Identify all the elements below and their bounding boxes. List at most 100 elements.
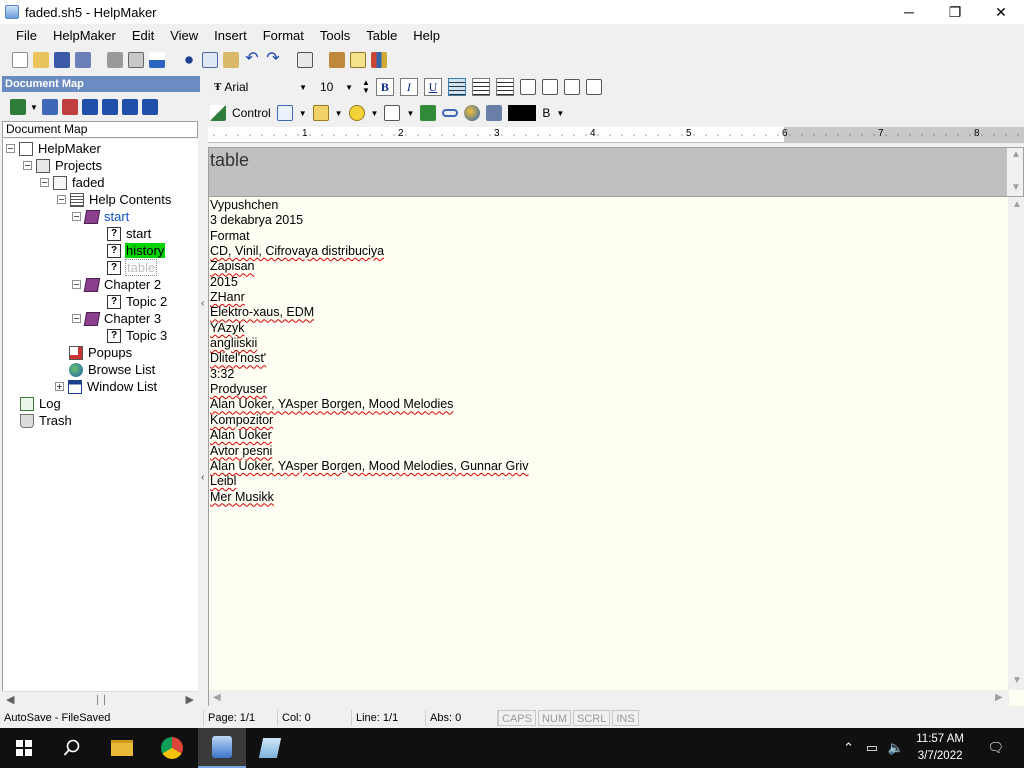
align-left-icon[interactable] (447, 78, 466, 96)
move-left-icon[interactable] (81, 99, 98, 115)
copy-icon[interactable] (202, 52, 218, 68)
image-icon[interactable] (486, 105, 503, 121)
bold-button[interactable]: B (375, 78, 394, 96)
text-color-label[interactable]: B (542, 106, 550, 120)
dropdown-arrow-icon[interactable]: ▼ (30, 103, 38, 112)
print-preview-icon[interactable] (128, 52, 144, 68)
text-color-swatch[interactable] (508, 105, 537, 121)
dropdown-arrow-icon[interactable]: ▼ (335, 109, 343, 118)
tree-node-trash[interactable]: Trash (20, 412, 73, 429)
editor-vertical-scrollbar[interactable]: ▲ ▼ (1008, 197, 1024, 690)
editor-horizontal-scrollbar[interactable]: ◀ ▶ (209, 690, 1009, 706)
menu-helpmaker[interactable]: HelpMaker (45, 28, 124, 43)
tree-node-browse-list[interactable]: Browse List (69, 361, 156, 378)
align-center-icon[interactable] (471, 78, 490, 96)
add-topic-icon[interactable] (10, 99, 26, 115)
print-icon[interactable] (107, 52, 123, 68)
collapse-icon[interactable]: − (72, 280, 81, 289)
collapse-icon[interactable]: − (72, 314, 81, 323)
tree-node-faded[interactable]: − faded (40, 174, 106, 191)
scroll-up-icon[interactable]: ▲ (1011, 149, 1021, 160)
tree-node-projects[interactable]: − Projects (23, 157, 103, 174)
tree-node-history-topic[interactable]: ? history (107, 242, 166, 259)
indent-icon[interactable] (563, 79, 580, 95)
save-icon[interactable] (54, 52, 70, 68)
tree-node-start-book[interactable]: − start (72, 208, 130, 225)
menu-view[interactable]: View (162, 28, 206, 43)
menu-table[interactable]: Table (358, 28, 405, 43)
minimize-button[interactable]: ─ (886, 0, 932, 24)
taskbar-helpmaker[interactable] (198, 728, 246, 768)
move-up-icon[interactable] (101, 99, 118, 115)
taskbar-notepad[interactable] (246, 728, 294, 768)
new-file-icon[interactable] (12, 52, 28, 68)
collapse-left-icon[interactable]: ‹ (201, 298, 204, 309)
taskbar-clock[interactable]: 11:57 AM 3/7/2022 (916, 731, 964, 765)
title-vertical-scrollbar[interactable]: ▲ ▼ (1007, 148, 1023, 196)
collapse-icon[interactable]: − (40, 178, 49, 187)
collapse-icon[interactable]: − (57, 195, 66, 204)
tree-node-topic-3[interactable]: ? Topic 3 (107, 327, 168, 344)
start-button[interactable] (0, 728, 48, 768)
size-spinner-icon[interactable]: ▲ ▼ (362, 79, 370, 95)
search-button[interactable] (48, 728, 96, 768)
align-right-icon[interactable] (495, 78, 514, 96)
redo-icon[interactable]: ↷ (265, 51, 281, 68)
tree-node-chapter-2[interactable]: − Chapter 2 (72, 276, 162, 293)
tree-node-help-contents[interactable]: − Help Contents (57, 191, 172, 208)
tree-node-topic-2[interactable]: ? Topic 2 (107, 293, 168, 310)
taskbar-chrome[interactable] (148, 728, 196, 768)
menu-tools[interactable]: Tools (312, 28, 358, 43)
control-icon[interactable] (210, 105, 226, 121)
numbered-list-icon[interactable] (541, 79, 558, 95)
topic-editor[interactable]: Vypushchen 3 dekabrya 2015 Format CD, Vi… (208, 197, 1024, 706)
scroll-right-icon[interactable]: ▶ (995, 692, 1003, 703)
tree-node-log[interactable]: Log (20, 395, 62, 412)
ruler[interactable]: 1 2 3 4 5 6 7 8 (208, 127, 1024, 143)
tree-horizontal-scrollbar[interactable]: ◀ ▶ (2, 691, 198, 707)
notifications-icon[interactable]: 🗨 (987, 740, 1004, 756)
italic-button[interactable]: I (399, 78, 418, 96)
scroll-right-icon[interactable]: ▶ (186, 693, 194, 706)
globe-icon[interactable] (464, 105, 481, 121)
edit-image-icon[interactable] (276, 105, 293, 121)
topic-list-icon[interactable] (61, 99, 78, 115)
move-down-icon[interactable] (121, 99, 138, 115)
smiley-icon[interactable] (348, 105, 365, 121)
link-icon[interactable] (442, 109, 459, 117)
underline-button[interactable]: U (423, 78, 442, 96)
network-icon[interactable]: ▭ (866, 740, 878, 756)
help-topic-icon[interactable] (350, 52, 366, 68)
maximize-button[interactable]: ❐ (932, 0, 978, 24)
show-hidden-icons-icon[interactable]: ⌃ (843, 740, 854, 756)
note-icon[interactable] (312, 105, 329, 121)
dropdown-arrow-icon[interactable]: ▼ (371, 109, 379, 118)
scroll-down-icon[interactable]: ▼ (1012, 675, 1022, 686)
control-button-label[interactable]: Control (232, 106, 271, 120)
menu-format[interactable]: Format (255, 28, 312, 43)
edit-topic-icon[interactable] (41, 99, 58, 115)
move-right-icon[interactable] (141, 99, 158, 115)
save-all-icon[interactable] (75, 52, 91, 68)
collapse-icon[interactable]: − (72, 212, 81, 221)
scroll-left-icon[interactable]: ◀ (213, 692, 221, 703)
close-button[interactable]: ✕ (978, 0, 1024, 24)
tree-node-chapter-3[interactable]: − Chapter 3 (72, 310, 162, 327)
tree-node-popups[interactable]: Popups (69, 344, 133, 361)
taskbar-file-explorer[interactable] (98, 728, 146, 768)
undo-icon[interactable]: ↶ (244, 51, 260, 68)
scroll-thumb[interactable] (97, 695, 105, 705)
tree-node-start-topic[interactable]: ? start (107, 225, 152, 242)
collapse-icon[interactable]: − (23, 161, 32, 170)
text-box-icon[interactable] (384, 105, 401, 121)
topic-properties-icon[interactable] (297, 52, 313, 68)
bullet-list-icon[interactable] (519, 79, 536, 95)
menu-edit[interactable]: Edit (124, 28, 162, 43)
spellcheck-icon[interactable] (149, 52, 165, 68)
expand-icon[interactable]: + (55, 382, 64, 391)
paste-icon[interactable] (223, 52, 239, 68)
volume-icon[interactable]: 🔈 (888, 740, 904, 756)
font-size-select[interactable]: 10 ▼ (316, 78, 356, 96)
menu-insert[interactable]: Insert (206, 28, 255, 43)
tree-node-table-topic[interactable]: ? table (107, 259, 158, 276)
